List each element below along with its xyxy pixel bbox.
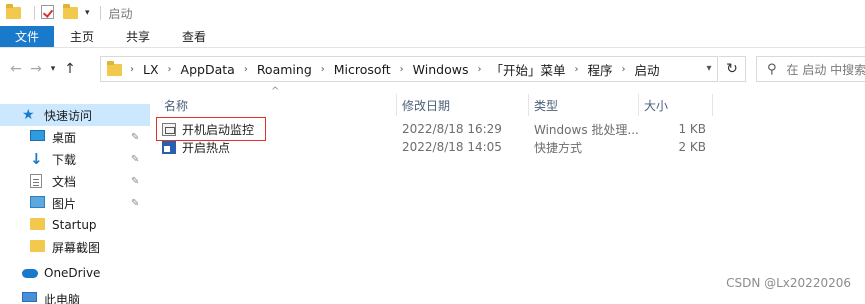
- ribbon-tabs: 文件 主页 共享 查看: [0, 26, 865, 48]
- breadcrumb-roaming[interactable]: Roaming: [257, 62, 312, 77]
- column-header-modified[interactable]: 修改日期: [396, 94, 528, 116]
- breadcrumb-start-menu[interactable]: 「开始」菜单: [490, 60, 565, 79]
- folder-icon: [107, 61, 122, 76]
- refresh-icon[interactable]: ↻: [719, 56, 746, 82]
- sidebar-item-label: 此电脑: [44, 292, 81, 304]
- file-size: 2 KB: [678, 140, 706, 154]
- sidebar-item-label: OneDrive: [44, 266, 101, 280]
- pin-icon[interactable]: ✎: [131, 176, 139, 187]
- cloud-icon: [22, 266, 38, 280]
- tab-share[interactable]: 共享: [110, 26, 166, 47]
- sidebar-item-label: Startup: [52, 218, 97, 232]
- customize-toolbar-icon[interactable]: ▾: [85, 8, 90, 18]
- desktop-icon: [30, 130, 46, 144]
- column-header-name[interactable]: 名称: [158, 94, 396, 116]
- file-type: 快捷方式: [534, 140, 583, 155]
- sidebar-item-label: 文档: [52, 174, 77, 189]
- new-folder-icon[interactable]: [63, 4, 79, 21]
- sidebar-item-pictures[interactable]: 图片 ✎: [0, 192, 150, 214]
- sidebar-item-desktop[interactable]: 桌面 ✎: [0, 126, 150, 148]
- properties-icon[interactable]: [41, 5, 57, 21]
- back-arrow-icon[interactable]: ←: [6, 61, 26, 77]
- sidebar-item-label: 图片: [52, 196, 77, 211]
- column-header-type[interactable]: 类型: [528, 94, 638, 116]
- pin-icon[interactable]: ✎: [131, 132, 139, 143]
- window-title: 启动: [108, 6, 133, 21]
- navigation-pane: ★ 快速访问 桌面 ✎ ↓ 下载 ✎ 文档 ✎ 图片 ✎ Startup 屏幕截…: [0, 98, 150, 304]
- breadcrumb-lx[interactable]: LX: [143, 62, 159, 77]
- divider: [34, 6, 35, 20]
- file-modified: 2022/8/18 14:05: [402, 140, 502, 154]
- shortcut-icon: [162, 140, 176, 154]
- watermark: CSDN @Lx20220206: [726, 276, 851, 290]
- address-bar[interactable]: › LX › AppData › Roaming › Microsoft › W…: [100, 56, 718, 82]
- address-dropdown-icon[interactable]: ▾: [700, 60, 718, 78]
- tab-home[interactable]: 主页: [54, 26, 110, 47]
- tab-view[interactable]: 查看: [166, 26, 222, 47]
- picture-icon: [30, 196, 46, 210]
- breadcrumb-windows[interactable]: Windows: [413, 62, 469, 77]
- file-modified: 2022/8/18 16:29: [402, 122, 502, 136]
- up-arrow-icon[interactable]: ↑: [60, 61, 80, 77]
- sidebar-item-label: 屏幕截图: [52, 240, 101, 255]
- file-size: 1 KB: [678, 122, 706, 136]
- breadcrumb-programs[interactable]: 程序: [587, 60, 612, 79]
- sidebar-item-label: 桌面: [52, 130, 77, 145]
- breadcrumb-microsoft[interactable]: Microsoft: [334, 62, 391, 77]
- recent-locations-icon[interactable]: ▾: [46, 64, 60, 74]
- forward-arrow-icon[interactable]: →: [26, 61, 46, 77]
- pin-icon[interactable]: ✎: [131, 154, 139, 165]
- sidebar-item-onedrive[interactable]: OneDrive: [0, 262, 150, 284]
- column-divider[interactable]: [712, 94, 713, 116]
- tab-file[interactable]: 文件: [0, 26, 55, 47]
- divider: [99, 6, 101, 20]
- sidebar-item-this-pc[interactable]: 此电脑: [0, 288, 150, 304]
- star-icon: ★: [22, 107, 35, 123]
- download-icon: ↓: [30, 150, 43, 168]
- sidebar-item-startup[interactable]: Startup: [0, 214, 150, 236]
- sidebar-item-label: 下载: [52, 152, 77, 167]
- file-name: 开启热点: [182, 140, 231, 155]
- search-input[interactable]: ⚲ 在 启动 中搜索: [756, 56, 865, 82]
- folder-icon: [30, 240, 46, 254]
- search-icon: ⚲: [767, 61, 777, 77]
- search-placeholder: 在 启动 中搜索: [786, 62, 865, 77]
- breadcrumb-appdata[interactable]: AppData: [181, 62, 235, 77]
- sidebar-item-quick-access[interactable]: ★ 快速访问: [0, 104, 150, 126]
- sidebar-item-screenshots[interactable]: 屏幕截图: [0, 236, 150, 258]
- sidebar-item-label: 快速访问: [44, 108, 93, 123]
- folder-icon: [6, 4, 22, 21]
- highlight-box: [156, 117, 266, 141]
- column-header-size[interactable]: 大小: [638, 94, 712, 116]
- pin-icon[interactable]: ✎: [131, 198, 139, 209]
- title-bar: ▾ 启动: [0, 0, 865, 26]
- computer-icon: [22, 292, 38, 304]
- folder-icon: [30, 218, 46, 232]
- breadcrumb-startup[interactable]: 启动: [635, 60, 660, 79]
- sidebar-item-documents[interactable]: 文档 ✎: [0, 170, 150, 192]
- file-type: Windows 批处理...: [534, 122, 639, 137]
- document-icon: [30, 174, 46, 188]
- sidebar-item-downloads[interactable]: ↓ 下载 ✎: [0, 148, 150, 170]
